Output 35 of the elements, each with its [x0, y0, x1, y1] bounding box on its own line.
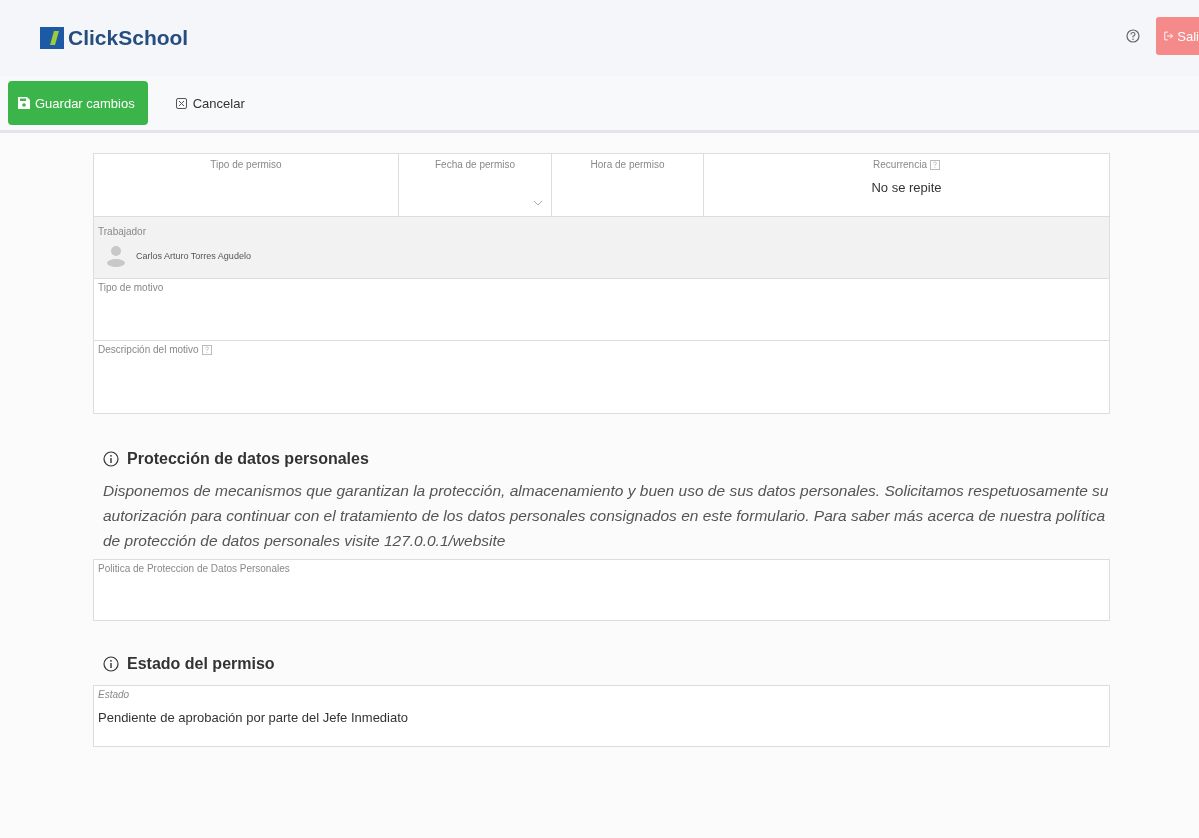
form-field[interactable]: Tipo de motivo [94, 279, 1109, 341]
field-label: Politica de Proteccion de Datos Personales [98, 563, 291, 574]
field-label: Tipo de permiso [210, 159, 282, 170]
field-label: Trabajador [98, 226, 146, 237]
form-field[interactable]: Tipo de permiso [94, 154, 399, 216]
chevron-icon [533, 200, 543, 206]
cancel-button[interactable]: Cancelar [169, 94, 251, 112]
form-field[interactable]: Fecha de permiso [399, 154, 552, 216]
info-icon [103, 451, 119, 467]
logout-button[interactable]: Sali [1156, 17, 1199, 55]
form-field[interactable]: Recurrencia No se repite [704, 154, 1109, 216]
worker-name: Carlos Arturo Torres Agudelo [136, 251, 251, 261]
field-label: Fecha de permiso [434, 159, 515, 170]
save-button[interactable]: Guardar cambios [8, 81, 148, 125]
field-label: Estado [98, 689, 131, 700]
save-icon [18, 97, 30, 109]
form-field[interactable]: Hora de permiso [552, 154, 704, 216]
field-label: Hora de permiso [590, 159, 665, 170]
logo-icon [40, 27, 64, 49]
privacy-paragraph: Disponemos de mecanismos que garantizan la protección, almacenamiento y buen uso de sus datos personales. Solicitamos respetuosamente su autorización para continuar con el tratamiento de los datos personales consignados en este formulario. Para saber más acerca de nuestra política de protección de datos personales visite 127.0.0.1/website [103, 481, 1110, 551]
policy-field[interactable]: Politica de Proteccion de Datos Personales [93, 559, 1110, 621]
field-value: No se repite [871, 180, 942, 195]
field-label: Recurrencia [873, 159, 927, 170]
form-field[interactable]: Descripción del motivo [94, 341, 1109, 413]
logout-icon [1164, 30, 1174, 42]
info-icon [103, 656, 119, 672]
avatar-icon [106, 245, 126, 267]
field-value: Pendiente de aprobación por parte del Jefe Inmediato [98, 710, 410, 725]
section-title: Protección de datos personales [127, 450, 369, 468]
help-icon[interactable] [1126, 29, 1140, 43]
logo-text: ClickSchool [68, 26, 189, 50]
field-label: Tipo de motivo [98, 282, 164, 293]
section-title: Estado del permiso [127, 655, 275, 673]
field-label: Descripción del motivo [98, 344, 199, 355]
close-icon [175, 97, 187, 109]
